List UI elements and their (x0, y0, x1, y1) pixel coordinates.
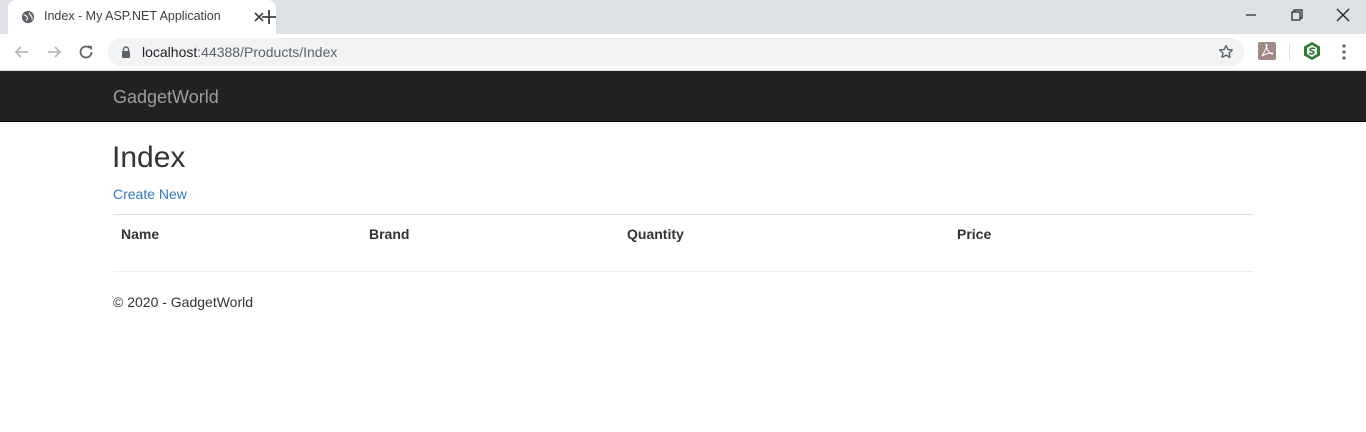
minimize-button[interactable] (1228, 0, 1274, 30)
url-host: localhost (142, 44, 198, 60)
restore-icon (1291, 9, 1303, 21)
footer-copyright: © 2020 - GadgetWorld (113, 294, 254, 310)
s-extension-icon[interactable] (1302, 41, 1322, 61)
column-header-brand: Brand (369, 226, 410, 242)
table-header-row: Name Brand Quantity Price (113, 215, 1253, 253)
close-icon (1336, 8, 1350, 22)
browser-tab-strip: Index - My ASP.NET Application (0, 0, 1366, 34)
brand-link[interactable]: GadgetWorld (113, 87, 219, 108)
reload-icon[interactable] (76, 42, 96, 62)
back-arrow-icon[interactable] (12, 42, 32, 62)
restore-button[interactable] (1274, 0, 1320, 30)
browser-menu-icon[interactable] (1336, 43, 1352, 61)
products-table: Name Brand Quantity Price (113, 214, 1253, 253)
forward-arrow-icon[interactable] (44, 42, 64, 62)
browser-toolbar: localhost:44388/Products/Index (0, 34, 1366, 71)
tab-title: Index - My ASP.NET Application (44, 9, 221, 23)
address-bar[interactable]: localhost:44388/Products/Index (108, 38, 1244, 66)
bookmark-star-icon[interactable] (1218, 44, 1234, 60)
toolbar-separator (1289, 44, 1290, 60)
browser-tab[interactable]: Index - My ASP.NET Application (8, 0, 276, 34)
new-tab-icon[interactable] (260, 8, 278, 26)
url-path: :44388/Products/Index (197, 44, 338, 60)
footer-divider (113, 271, 1253, 272)
page-title: Index (112, 141, 186, 174)
url-text[interactable]: localhost:44388/Products/Index (142, 44, 337, 60)
globe-icon (21, 10, 35, 24)
close-window-button[interactable] (1320, 0, 1366, 30)
lock-icon[interactable] (121, 46, 131, 58)
minimize-icon (1246, 14, 1256, 16)
pdf-extension-icon[interactable] (1258, 42, 1276, 60)
site-navbar: GadgetWorld (0, 71, 1366, 122)
column-header-quantity: Quantity (627, 226, 684, 242)
create-new-link[interactable]: Create New (113, 186, 187, 202)
column-header-price: Price (957, 226, 992, 242)
column-header-name: Name (121, 226, 160, 242)
